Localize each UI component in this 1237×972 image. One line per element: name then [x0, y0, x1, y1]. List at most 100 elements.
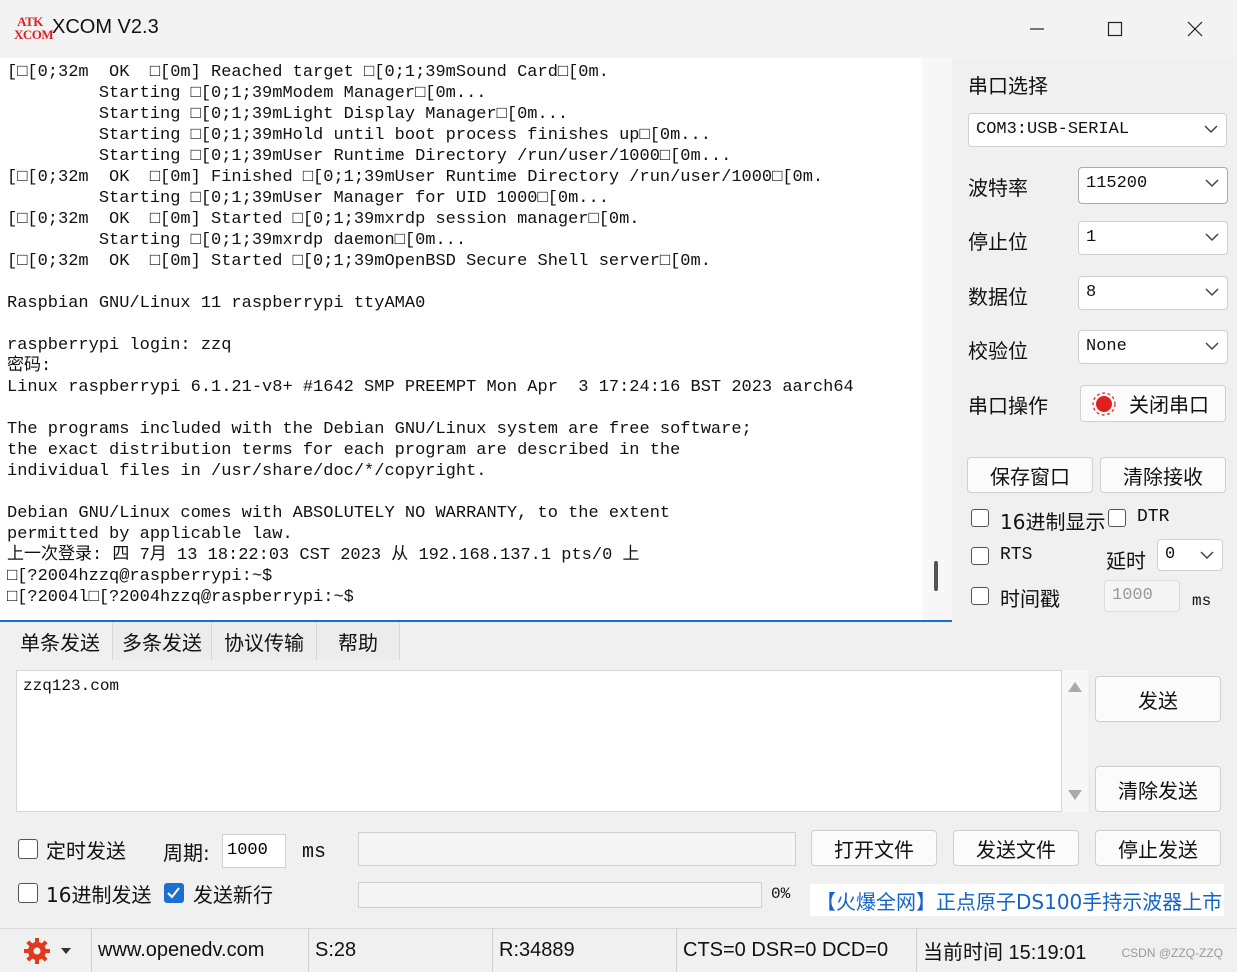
ad-link[interactable]: 【火爆全网】正点原子DS100手持示波器上市	[810, 884, 1224, 916]
send-file-button[interactable]: 发送文件	[953, 830, 1079, 866]
databits-label: 数据位	[968, 285, 1028, 309]
receive-area[interactable]: [□[0;32m OK □[0m] Reached target □[0;1;3…	[0, 58, 952, 622]
send-input[interactable]: zzq123.com	[16, 670, 1062, 812]
parity-label: 校验位	[968, 339, 1028, 363]
baud-label: 波特率	[968, 176, 1028, 200]
receive-scroll-thumb[interactable]	[934, 561, 938, 591]
tab-protocol[interactable]: 协议传输	[212, 622, 317, 660]
terminal-line: individual files in /usr/share/doc/*/cop…	[7, 462, 487, 481]
hex-send-checkbox[interactable]	[18, 883, 38, 903]
parity-select[interactable]: None	[1078, 330, 1228, 364]
scroll-down-icon[interactable]	[1068, 790, 1082, 800]
databits-select[interactable]: 8	[1078, 276, 1228, 310]
send-button[interactable]: 发送	[1095, 676, 1221, 722]
rts-label: RTS	[1000, 545, 1033, 565]
stop-send-button[interactable]: 停止发送	[1095, 830, 1221, 866]
receive-text: [□[0;32m OK □[0m] Reached target □[0;1;3…	[7, 62, 854, 608]
hex-send-label: 16进制发送	[46, 883, 152, 907]
port-select[interactable]: COM3:USB-SERIAL	[968, 113, 1227, 147]
caret-down-icon	[61, 947, 71, 954]
send-tabs: 单条发送 多条发送 协议传输 帮助	[0, 622, 1237, 662]
timed-send-label: 定时发送	[46, 839, 126, 863]
sent-count: S:28	[309, 929, 493, 972]
chevron-down-icon	[1204, 125, 1218, 134]
tab-single-send[interactable]: 单条发送	[8, 622, 113, 660]
terminal-line: Starting □[0;1;39mModem Manager□[0m...	[7, 84, 487, 103]
settings-menu[interactable]	[0, 929, 92, 972]
terminal-line: Starting □[0;1;39mLight Display Manager□…	[7, 105, 569, 124]
delay-label: 延时	[1106, 549, 1146, 573]
terminal-line: Starting □[0;1;39mUser Manager for UID 1…	[7, 189, 609, 208]
stopbits-label: 停止位	[968, 230, 1028, 254]
receive-scrollbar[interactable]	[922, 58, 952, 620]
window-title: XCOM V2.3	[52, 16, 159, 38]
send-text: zzq123.com	[23, 677, 120, 695]
dtr-checkbox[interactable]	[1108, 509, 1126, 527]
hex-display-checkbox[interactable]	[971, 509, 989, 527]
port-select-label: 串口选择	[968, 74, 1048, 98]
period-label: 周期:	[163, 841, 210, 865]
minimize-icon	[1030, 28, 1044, 30]
chevron-down-icon	[1205, 342, 1219, 351]
period-unit: ms	[302, 841, 327, 864]
terminal-line: Starting □[0;1;39mUser Runtime Directory…	[7, 147, 732, 166]
dtr-label: DTR	[1137, 507, 1170, 527]
terminal-line: [□[0;32m OK □[0m] Started □[0;1;39mxrdp …	[7, 210, 640, 229]
minimize-button[interactable]	[1007, 10, 1067, 48]
watermark: CSDN @ZZQ-ZZQ	[1121, 946, 1223, 960]
timestamp-checkbox[interactable]	[971, 587, 989, 605]
clear-send-button[interactable]: 清除发送	[1095, 766, 1221, 812]
save-window-button[interactable]: 保存窗口	[967, 457, 1093, 493]
file-path-field[interactable]	[358, 832, 796, 866]
maximize-button[interactable]	[1085, 10, 1145, 48]
terminal-line: The programs included with the Debian GN…	[7, 420, 752, 439]
modem-signals: CTS=0 DSR=0 DCD=0	[677, 929, 917, 972]
timestamp-unit: ms	[1192, 592, 1212, 610]
period-input[interactable]: 1000	[222, 834, 286, 868]
send-newline-checkbox[interactable]	[164, 883, 184, 903]
terminal-line: Starting □[0;1;39mxrdp daemon□[0m...	[7, 231, 467, 250]
stopbits-select[interactable]: 1	[1078, 221, 1228, 255]
checkmark-icon	[167, 887, 180, 899]
close-window-button[interactable]	[1165, 10, 1225, 48]
chevron-down-icon	[1205, 179, 1219, 188]
open-file-button[interactable]: 打开文件	[811, 830, 937, 866]
maximize-icon	[1107, 21, 1123, 37]
scroll-up-icon[interactable]	[1068, 682, 1082, 692]
delay-select[interactable]: 0	[1157, 539, 1223, 571]
baud-select[interactable]: 115200	[1078, 167, 1228, 204]
send-newline-label: 发送新行	[193, 883, 273, 907]
record-icon	[1092, 391, 1116, 416]
send-progress-bar	[358, 882, 762, 908]
close-port-button[interactable]: 关闭串口	[1080, 385, 1226, 422]
close-icon	[1187, 21, 1203, 37]
terminal-line: permitted by applicable law.	[7, 525, 293, 544]
send-scrollbar[interactable]	[1062, 670, 1088, 812]
tab-help[interactable]: 帮助	[317, 622, 400, 660]
status-bar: www.openedv.com S:28 R:34889 CTS=0 DSR=0…	[0, 928, 1237, 972]
rts-checkbox[interactable]	[971, 547, 989, 565]
timed-send-checkbox[interactable]	[18, 839, 38, 859]
terminal-line: □[?2004l□[?2004hzzq@raspberrypi:~$	[7, 588, 354, 607]
current-time: 当前时间 15:19:01	[923, 942, 1087, 964]
tab-multi-send[interactable]: 多条发送	[113, 622, 212, 660]
terminal-line: the exact distribution terms for each pr…	[7, 441, 681, 460]
terminal-line: 密码:	[7, 357, 52, 376]
terminal-line: [□[0;32m OK □[0m] Reached target □[0;1;3…	[7, 63, 609, 82]
website-link[interactable]: www.openedv.com	[92, 929, 309, 972]
clear-receive-button[interactable]: 清除接收	[1100, 457, 1226, 493]
gear-icon	[24, 937, 50, 964]
timestamp-interval-input[interactable]: 1000	[1104, 580, 1180, 612]
terminal-line: Linux raspberrypi 6.1.21-v8+ #1642 SMP P…	[7, 378, 854, 397]
send-progress-percent: 0%	[771, 885, 791, 903]
app-logo: ATK XCOM	[14, 14, 54, 42]
chevron-down-icon	[1200, 551, 1214, 560]
terminal-line: □[?2004hzzq@raspberrypi:~$	[7, 567, 273, 586]
title-bar: ATK XCOM XCOM V2.3	[0, 0, 1237, 58]
terminal-line: [□[0;32m OK □[0m] Finished □[0;1;39mUser…	[7, 168, 824, 187]
terminal-line: Starting □[0;1;39mHold until boot proces…	[7, 126, 711, 145]
